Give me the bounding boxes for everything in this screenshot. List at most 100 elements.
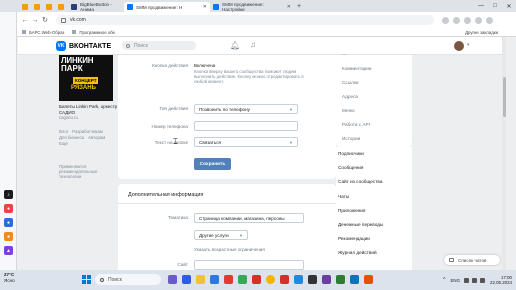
language-indicator[interactable]: ENG (451, 278, 461, 283)
taskbar-app-icon[interactable] (308, 275, 317, 284)
menu-item-money-transfers[interactable]: Денежные переводы (338, 222, 383, 227)
extension-icon[interactable] (442, 16, 449, 24)
vk-logo[interactable]: VK ВКОНТАКТЕ (56, 41, 111, 51)
footer-link[interactable]: Ещё (59, 141, 68, 146)
phone-label: Номер телефона (151, 124, 188, 129)
wifi-icon[interactable] (464, 277, 470, 283)
menu-item-action-log[interactable]: Журнал действий (338, 250, 377, 255)
menu-subitem-addresses[interactable]: Адреса (342, 94, 358, 99)
menu-item-recommendations[interactable]: Рекомендации (338, 236, 370, 241)
browser-tab[interactable] (32, 2, 44, 12)
taskbar-app-icon[interactable] (280, 275, 289, 284)
chrome-icon[interactable] (266, 275, 275, 284)
taskbar-app-icon[interactable] (252, 275, 261, 284)
browser-tab[interactable]: BigBlueButton - Анима (68, 2, 124, 12)
taskbar-app-icon[interactable] (238, 275, 247, 284)
menu-item-subscribers[interactable]: Подписчики (338, 151, 364, 156)
extension-icon[interactable] (464, 16, 471, 24)
file-explorer-icon[interactable] (196, 275, 205, 284)
browser-tab[interactable]: SMM продвижение: Настройки ✕ (210, 2, 294, 12)
windows-start-icon[interactable] (82, 275, 91, 284)
menu-item-site-from-community[interactable]: Сайт из сообщества (338, 179, 382, 184)
footer-link[interactable]: Авторам (88, 135, 105, 140)
search-icon (126, 43, 130, 48)
taskbar-app-icon[interactable] (322, 275, 331, 284)
menu-subitem-links[interactable]: Ссылки (342, 80, 359, 85)
taskbar-app-icon[interactable] (168, 275, 177, 284)
footer-link[interactable]: Для бизнеса (59, 135, 84, 140)
scrollbar-thumb[interactable] (502, 77, 506, 117)
browser-tab[interactable] (56, 2, 68, 12)
button-text-select[interactable]: Связаться ▼ (194, 137, 298, 147)
other-bookmarks[interactable]: Другие закладки (465, 30, 498, 35)
url-field[interactable]: vk.com (56, 15, 434, 25)
subject-sub-select[interactable]: Другие услуги ▼ (194, 230, 248, 240)
ad-domain[interactable]: cagimo.ru (59, 115, 78, 120)
page-scrollbar[interactable] (502, 37, 506, 270)
bookmark-item[interactable]: БАРС.Web-Образ (22, 30, 64, 35)
site-input[interactable] (194, 260, 304, 270)
footer-link[interactable]: Блог (59, 129, 68, 134)
app-icon[interactable]: ● (4, 204, 13, 213)
menu-subitem-menu[interactable]: Меню (342, 108, 355, 113)
menu-subitem-comments[interactable]: Комментарии (342, 66, 372, 71)
taskbar-search[interactable]: Поиск (95, 274, 161, 285)
app-icon[interactable]: ▲ (4, 246, 13, 255)
ad-title[interactable]: Билеты Linkin Park, оркестр САДИО (59, 104, 119, 115)
taskbar-app-icon[interactable] (182, 275, 191, 284)
browser-tab-active[interactable]: SMM продвижение: Н ✕ (124, 2, 210, 12)
save-button[interactable]: Сохранить (194, 158, 231, 170)
menu-subitem-stories[interactable]: Истории (342, 136, 360, 141)
taskbar-app-icon[interactable] (210, 275, 219, 284)
browser-tab[interactable] (44, 2, 56, 12)
maximize-icon[interactable]: □ (488, 3, 502, 9)
menu-item-apps[interactable]: Приложения (338, 208, 365, 213)
menu-subitem-api[interactable]: Работа с API (342, 122, 370, 127)
music-icon[interactable]: ♫ (250, 40, 256, 49)
extension-icon[interactable] (453, 16, 460, 24)
close-window-icon[interactable]: ✕ (502, 3, 516, 10)
taskbar-app-icon[interactable] (294, 275, 303, 284)
site-info-icon[interactable] (61, 17, 66, 23)
browser-tab-bar: BigBlueButton - Анима SMM продвижение: Н… (0, 0, 516, 12)
bookmark-item[interactable]: Программное обе (72, 30, 115, 35)
reload-icon[interactable]: ↻ (40, 16, 50, 24)
subject-select[interactable]: Страница компании, магазина, персоны (194, 213, 304, 223)
profile-icon[interactable] (475, 16, 482, 24)
app-icon[interactable]: ● (4, 218, 13, 227)
new-tab-button[interactable]: + (294, 3, 304, 10)
back-arrow-icon[interactable]: ← (20, 17, 30, 24)
action-button-value[interactable]: Включена (194, 63, 215, 68)
close-tab-icon[interactable]: ✕ (287, 4, 291, 10)
menu-item-chats[interactable]: Чаты (338, 194, 349, 199)
recommendation-note[interactable]: Применяются рекомендательные технологии (59, 164, 117, 179)
vk-search-input[interactable]: Поиск (122, 41, 196, 50)
app-icon[interactable]: ● (4, 232, 13, 241)
footer-link[interactable]: Разработчикам (72, 129, 103, 134)
taskbar-app-icon[interactable] (224, 275, 233, 284)
bookmark-icon (72, 30, 77, 34)
avatar[interactable] (454, 41, 464, 51)
forward-arrow-icon[interactable]: → (30, 17, 40, 24)
battery-icon[interactable] (480, 277, 486, 283)
age-restriction-link[interactable]: Указать возрастные ограничения (194, 247, 265, 252)
phone-input[interactable] (194, 121, 298, 131)
taskbar-app-icon[interactable] (336, 275, 345, 284)
taskbar-app-icon[interactable] (364, 275, 373, 284)
browser-tab[interactable] (20, 2, 32, 12)
promo-banner[interactable]: ЛИНКИН ПАРК КОНЦЕРТ РЯЗАНЬ (59, 55, 113, 101)
chevron-down-icon[interactable]: ▾ (467, 42, 470, 48)
chat-list-button[interactable]: Список чатов (444, 255, 500, 265)
menu-item-messages[interactable]: Сообщения (338, 165, 363, 170)
clock[interactable]: 17:00 22.05.2024 (490, 275, 512, 286)
weather-widget[interactable]: 27°C Ясно (4, 272, 15, 283)
close-tab-icon[interactable]: ✕ (203, 4, 207, 10)
taskbar-app-icon[interactable] (350, 275, 359, 284)
tiktok-icon[interactable]: ♪ (4, 190, 13, 199)
menu-icon[interactable] (486, 16, 493, 24)
volume-icon[interactable] (472, 277, 478, 283)
minimize-icon[interactable]: — (474, 3, 488, 9)
notifications-bell-icon[interactable]: 🔔︎ (230, 41, 240, 50)
chevron-up-icon[interactable]: ^ (443, 277, 445, 283)
action-type-select[interactable]: Позвонить по телефону ▼ (194, 104, 298, 114)
